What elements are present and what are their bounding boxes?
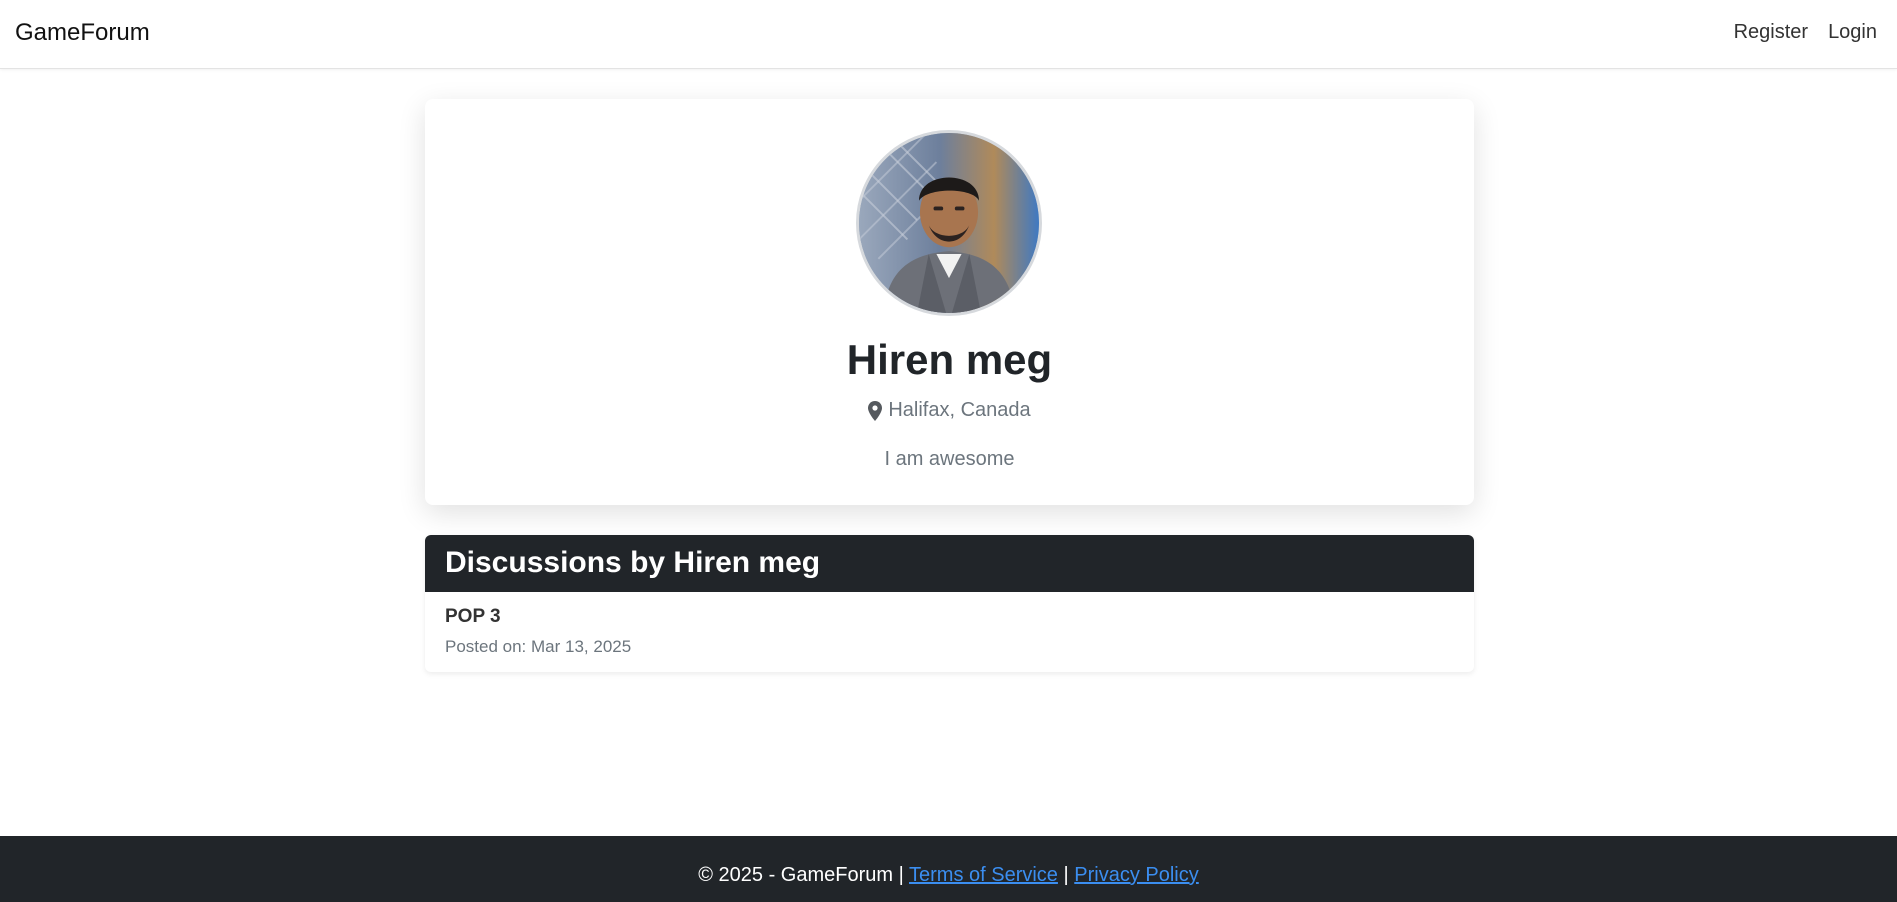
discussion-item[interactable]: POP 3 Posted on: Mar 13, 2025	[425, 592, 1474, 671]
profile-name: Hiren meg	[846, 336, 1053, 383]
map-pin-icon	[868, 400, 883, 421]
top-navbar: GameForum Register Login	[0, 0, 1897, 69]
nav-links: Register Login	[1734, 21, 1877, 44]
avatar	[856, 130, 1042, 316]
page: GameForum Register Login Hiren meg Halif…	[0, 0, 1897, 902]
discussion-title[interactable]: POP 3	[445, 606, 1454, 628]
login-link[interactable]: Login	[1828, 21, 1877, 44]
profile-bio: I am awesome	[884, 448, 1015, 470]
footer-separator: |	[1063, 864, 1069, 886]
profile-card: Hiren meg Halifax, Canada I am awesome	[425, 99, 1474, 505]
location-text: Halifax, Canada	[888, 399, 1031, 421]
discussions-heading: Discussions by Hiren meg	[425, 535, 1474, 592]
discussion-date: Posted on: Mar 13, 2025	[445, 637, 632, 656]
terms-of-service-link[interactable]: Terms of Service	[909, 864, 1058, 886]
user-photo-icon	[859, 133, 1039, 313]
register-link[interactable]: Register	[1734, 21, 1808, 44]
privacy-policy-link[interactable]: Privacy Policy	[1074, 864, 1198, 886]
footer: © 2025 - GameForum | Terms of Service | …	[0, 836, 1897, 902]
profile-location: Halifax, Canada	[425, 399, 1474, 422]
discussions-card: Discussions by Hiren meg POP 3 Posted on…	[425, 535, 1474, 672]
brand-link[interactable]: GameForum	[15, 19, 150, 47]
footer-copyright: © 2025 - GameForum |	[698, 864, 904, 886]
